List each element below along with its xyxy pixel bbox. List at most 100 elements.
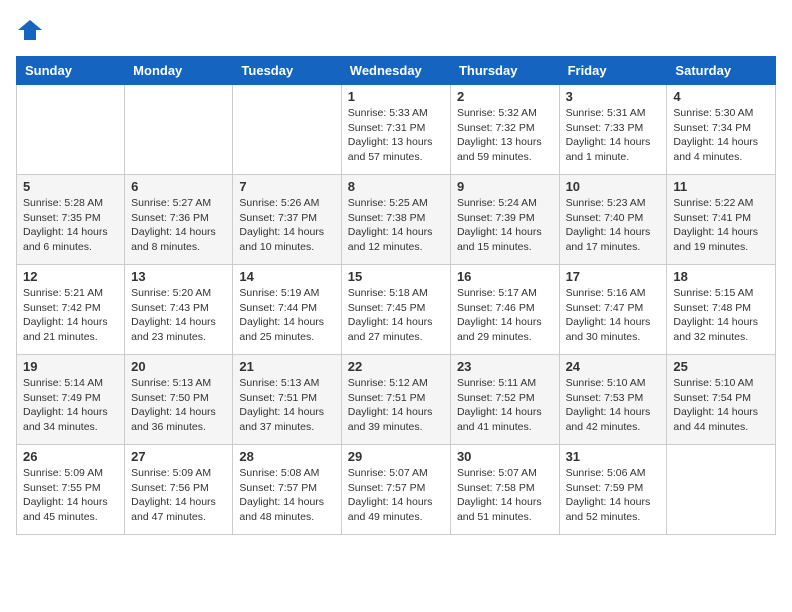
day-number: 14 bbox=[239, 269, 334, 284]
calendar-cell: 3 Sunrise: 5:31 AMSunset: 7:33 PMDaylight… bbox=[559, 85, 667, 175]
calendar-cell: 1Sunrise: 5:33 AMSunset: 7:31 PMDaylight… bbox=[341, 85, 450, 175]
day-info: Sunrise: 5:28 AMSunset: 7:35 PMDaylight:… bbox=[23, 196, 118, 255]
weekday-header-friday: Friday bbox=[559, 57, 667, 85]
day-info: Sunrise: 5:09 AMSunset: 7:55 PMDaylight:… bbox=[23, 466, 118, 525]
calendar-cell: 6 Sunrise: 5:27 AMSunset: 7:36 PMDaylight… bbox=[125, 175, 233, 265]
calendar-cell: 27 Sunrise: 5:09 AMSunset: 7:56 PMDayligh… bbox=[125, 445, 233, 535]
day-info: Sunrise: 5:25 AMSunset: 7:38 PMDaylight:… bbox=[348, 196, 444, 255]
day-number: 9 bbox=[457, 179, 553, 194]
calendar-cell: 29 Sunrise: 5:07 AMSunset: 7:57 PMDayligh… bbox=[341, 445, 450, 535]
day-number: 25 bbox=[673, 359, 769, 374]
day-number: 10 bbox=[566, 179, 661, 194]
day-number: 18 bbox=[673, 269, 769, 284]
day-number: 28 bbox=[239, 449, 334, 464]
day-number: 20 bbox=[131, 359, 226, 374]
weekday-header-row: SundayMondayTuesdayWednesdayThursdayFrid… bbox=[17, 57, 776, 85]
calendar-cell bbox=[233, 85, 341, 175]
day-info: Sunrise: 5:27 AMSunset: 7:36 PMDaylight:… bbox=[131, 196, 226, 255]
day-info: Sunrise: 5:08 AMSunset: 7:57 PMDaylight:… bbox=[239, 466, 334, 525]
page-header bbox=[16, 16, 776, 44]
day-number: 27 bbox=[131, 449, 226, 464]
calendar-cell: 24 Sunrise: 5:10 AMSunset: 7:53 PMDayligh… bbox=[559, 355, 667, 445]
calendar-cell: 7 Sunrise: 5:26 AMSunset: 7:37 PMDaylight… bbox=[233, 175, 341, 265]
day-info: Sunrise: 5:18 AMSunset: 7:45 PMDaylight:… bbox=[348, 286, 444, 345]
calendar-cell: 20 Sunrise: 5:13 AMSunset: 7:50 PMDayligh… bbox=[125, 355, 233, 445]
day-info: Sunrise: 5:06 AMSunset: 7:59 PMDaylight:… bbox=[566, 466, 661, 525]
calendar-cell: 14Sunrise: 5:19 AMSunset: 7:44 PMDayligh… bbox=[233, 265, 341, 355]
calendar-cell: 5 Sunrise: 5:28 AMSunset: 7:35 PMDaylight… bbox=[17, 175, 125, 265]
day-info: Sunrise: 5:17 AMSunset: 7:46 PMDaylight:… bbox=[457, 286, 553, 345]
day-number: 29 bbox=[348, 449, 444, 464]
day-number: 5 bbox=[23, 179, 118, 194]
day-number: 23 bbox=[457, 359, 553, 374]
calendar-cell: 10Sunrise: 5:23 AMSunset: 7:40 PMDayligh… bbox=[559, 175, 667, 265]
weekday-header-sunday: Sunday bbox=[17, 57, 125, 85]
calendar-cell: 9 Sunrise: 5:24 AMSunset: 7:39 PMDaylight… bbox=[450, 175, 559, 265]
calendar-cell: 25 Sunrise: 5:10 AMSunset: 7:54 PMDayligh… bbox=[667, 355, 776, 445]
calendar-cell: 21 Sunrise: 5:13 AMSunset: 7:51 PMDayligh… bbox=[233, 355, 341, 445]
day-info: Sunrise: 5:31 AMSunset: 7:33 PMDaylight:… bbox=[566, 106, 661, 165]
calendar-cell: 23 Sunrise: 5:11 AMSunset: 7:52 PMDayligh… bbox=[450, 355, 559, 445]
weekday-header-thursday: Thursday bbox=[450, 57, 559, 85]
day-number: 2 bbox=[457, 89, 553, 104]
calendar-cell: 18 Sunrise: 5:15 AMSunset: 7:48 PMDayligh… bbox=[667, 265, 776, 355]
calendar-week-1: 1Sunrise: 5:33 AMSunset: 7:31 PMDaylight… bbox=[17, 85, 776, 175]
day-number: 1 bbox=[348, 89, 444, 104]
day-number: 8 bbox=[348, 179, 444, 194]
day-number: 21 bbox=[239, 359, 334, 374]
calendar-table: SundayMondayTuesdayWednesdayThursdayFrid… bbox=[16, 56, 776, 535]
calendar-cell: 22 Sunrise: 5:12 AMSunset: 7:51 PMDayligh… bbox=[341, 355, 450, 445]
day-info: Sunrise: 5:13 AMSunset: 7:51 PMDaylight:… bbox=[239, 376, 334, 435]
day-info: Sunrise: 5:14 AMSunset: 7:49 PMDaylight:… bbox=[23, 376, 118, 435]
calendar-week-5: 26 Sunrise: 5:09 AMSunset: 7:55 PMDayligh… bbox=[17, 445, 776, 535]
day-number: 24 bbox=[566, 359, 661, 374]
calendar-cell bbox=[17, 85, 125, 175]
day-number: 12 bbox=[23, 269, 118, 284]
day-number: 17 bbox=[566, 269, 661, 284]
logo-icon bbox=[16, 16, 44, 44]
calendar-cell: 15 Sunrise: 5:18 AMSunset: 7:45 PMDayligh… bbox=[341, 265, 450, 355]
day-info: Sunrise: 5:30 AMSunset: 7:34 PMDaylight:… bbox=[673, 106, 769, 165]
calendar-cell: 4 Sunrise: 5:30 AMSunset: 7:34 PMDaylight… bbox=[667, 85, 776, 175]
day-number: 16 bbox=[457, 269, 553, 284]
day-info: Sunrise: 5:24 AMSunset: 7:39 PMDaylight:… bbox=[457, 196, 553, 255]
day-info: Sunrise: 5:12 AMSunset: 7:51 PMDaylight:… bbox=[348, 376, 444, 435]
calendar-cell: 17 Sunrise: 5:16 AMSunset: 7:47 PMDayligh… bbox=[559, 265, 667, 355]
day-number: 26 bbox=[23, 449, 118, 464]
day-number: 3 bbox=[566, 89, 661, 104]
day-number: 4 bbox=[673, 89, 769, 104]
day-number: 15 bbox=[348, 269, 444, 284]
calendar-cell: 11Sunrise: 5:22 AMSunset: 7:41 PMDayligh… bbox=[667, 175, 776, 265]
calendar-week-3: 12 Sunrise: 5:21 AMSunset: 7:42 PMDayligh… bbox=[17, 265, 776, 355]
calendar-cell: 16 Sunrise: 5:17 AMSunset: 7:46 PMDayligh… bbox=[450, 265, 559, 355]
day-info: Sunrise: 5:15 AMSunset: 7:48 PMDaylight:… bbox=[673, 286, 769, 345]
day-info: Sunrise: 5:21 AMSunset: 7:42 PMDaylight:… bbox=[23, 286, 118, 345]
calendar-cell: 26 Sunrise: 5:09 AMSunset: 7:55 PMDayligh… bbox=[17, 445, 125, 535]
day-number: 7 bbox=[239, 179, 334, 194]
day-number: 13 bbox=[131, 269, 226, 284]
day-number: 31 bbox=[566, 449, 661, 464]
logo bbox=[16, 16, 48, 44]
day-info: Sunrise: 5:10 AMSunset: 7:54 PMDaylight:… bbox=[673, 376, 769, 435]
day-info: Sunrise: 5:16 AMSunset: 7:47 PMDaylight:… bbox=[566, 286, 661, 345]
day-info: Sunrise: 5:10 AMSunset: 7:53 PMDaylight:… bbox=[566, 376, 661, 435]
calendar-cell: 12 Sunrise: 5:21 AMSunset: 7:42 PMDayligh… bbox=[17, 265, 125, 355]
day-number: 22 bbox=[348, 359, 444, 374]
calendar-cell: 31 Sunrise: 5:06 AMSunset: 7:59 PMDayligh… bbox=[559, 445, 667, 535]
day-info: Sunrise: 5:11 AMSunset: 7:52 PMDaylight:… bbox=[457, 376, 553, 435]
calendar-cell bbox=[125, 85, 233, 175]
day-info: Sunrise: 5:09 AMSunset: 7:56 PMDaylight:… bbox=[131, 466, 226, 525]
day-info: Sunrise: 5:22 AMSunset: 7:41 PMDaylight:… bbox=[673, 196, 769, 255]
day-info: Sunrise: 5:13 AMSunset: 7:50 PMDaylight:… bbox=[131, 376, 226, 435]
day-info: Sunrise: 5:32 AMSunset: 7:32 PMDaylight:… bbox=[457, 106, 553, 165]
calendar-cell: 8 Sunrise: 5:25 AMSunset: 7:38 PMDaylight… bbox=[341, 175, 450, 265]
calendar-cell bbox=[667, 445, 776, 535]
day-info: Sunrise: 5:07 AMSunset: 7:57 PMDaylight:… bbox=[348, 466, 444, 525]
calendar-cell: 13Sunrise: 5:20 AMSunset: 7:43 PMDayligh… bbox=[125, 265, 233, 355]
calendar-week-4: 19Sunrise: 5:14 AMSunset: 7:49 PMDayligh… bbox=[17, 355, 776, 445]
day-number: 6 bbox=[131, 179, 226, 194]
day-info: Sunrise: 5:26 AMSunset: 7:37 PMDaylight:… bbox=[239, 196, 334, 255]
day-number: 30 bbox=[457, 449, 553, 464]
calendar-cell: 30 Sunrise: 5:07 AMSunset: 7:58 PMDayligh… bbox=[450, 445, 559, 535]
day-info: Sunrise: 5:07 AMSunset: 7:58 PMDaylight:… bbox=[457, 466, 553, 525]
